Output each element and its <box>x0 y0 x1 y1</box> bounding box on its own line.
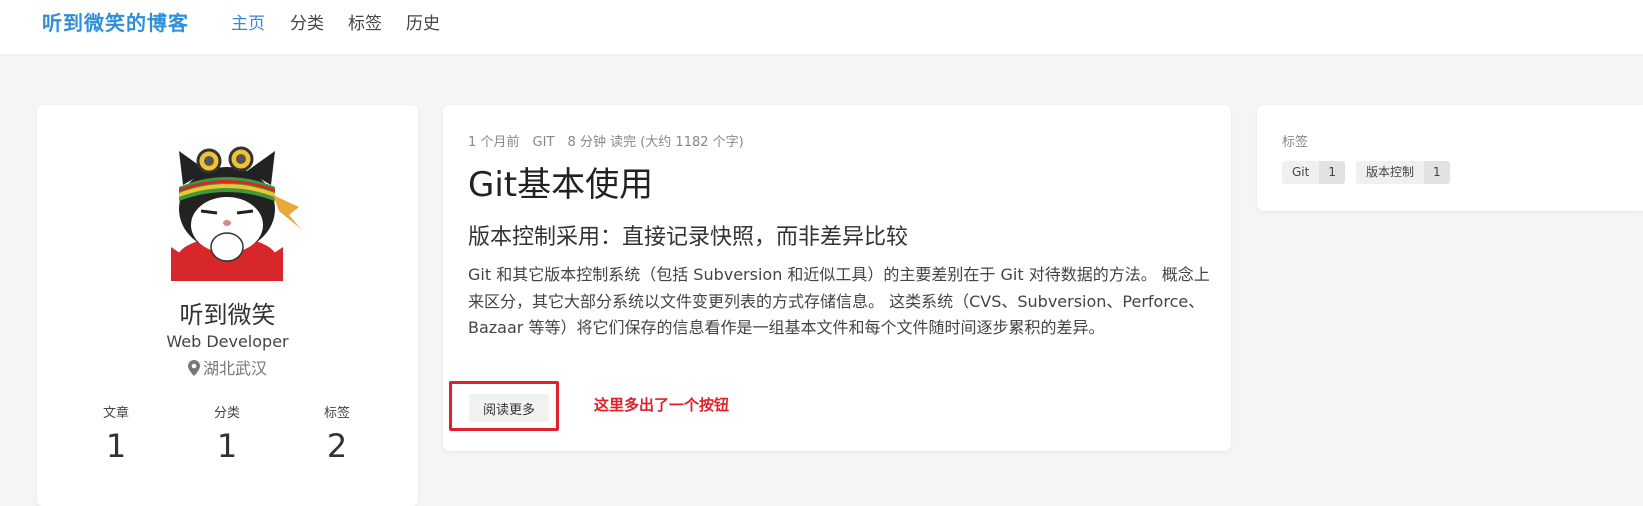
tag-name: Git <box>1282 161 1320 184</box>
tag-count: 1 <box>1319 161 1345 184</box>
tags-widget: 标签 Git 1 版本控制 1 <box>1257 105 1643 211</box>
profile-role: Web Developer <box>166 332 289 351</box>
site-brand[interactable]: 听到微笑的博客 <box>42 7 189 36</box>
nav-item-categories[interactable]: 分类 <box>290 9 324 34</box>
article-excerpt: Git 和其它版本控制系统（包括 Subversion 和近似工具）的主要差别在… <box>468 265 1210 337</box>
nav-item-history[interactable]: 历史 <box>406 9 440 34</box>
tags-widget-title: 标签 <box>1282 135 1309 150</box>
annotation-text: 这里多出了一个按钮 <box>594 396 730 414</box>
profile-card: 听到微笑 Web Developer 湖北武汉 文章 1 分类 1 标签 2 <box>37 105 418 506</box>
profile-location: 湖北武汉 <box>37 355 418 380</box>
tag-count: 1 <box>1424 161 1450 184</box>
avatar <box>161 137 305 281</box>
stat-label: 分类 <box>213 406 240 421</box>
tag-version-control[interactable]: 版本控制 1 <box>1356 161 1450 184</box>
nav-item-home[interactable]: 主页 <box>231 9 265 34</box>
cat-avatar-icon <box>163 146 301 281</box>
stat-value: 1 <box>105 427 127 465</box>
read-more-button[interactable]: 阅读更多 <box>469 394 549 422</box>
article-meta: 1 个月前 GIT 8 分钟 读完 (大约 1182 个字) <box>468 131 753 150</box>
stat-value: 1 <box>216 427 238 465</box>
stat-tags[interactable]: 标签 2 <box>282 402 392 465</box>
stat-articles[interactable]: 文章 1 <box>61 402 171 465</box>
top-navbar: 听到微笑的博客 主页 分类 标签 历史 <box>0 0 1643 54</box>
article-title[interactable]: Git基本使用 <box>468 157 653 206</box>
article-card: 1 个月前 GIT 8 分钟 读完 (大约 1182 个字) Git基本使用 版… <box>443 105 1231 451</box>
annotation-highlight-box: 阅读更多 <box>449 381 559 431</box>
nav-item-tags[interactable]: 标签 <box>348 9 382 34</box>
stat-categories[interactable]: 分类 1 <box>172 402 282 465</box>
tag-git[interactable]: Git 1 <box>1282 161 1345 184</box>
tag-name: 版本控制 <box>1356 161 1425 184</box>
article-time: 1 个月前 <box>468 135 520 150</box>
stat-label: 文章 <box>102 406 129 421</box>
location-text: 湖北武汉 <box>202 359 267 378</box>
article-category[interactable]: GIT <box>533 135 555 150</box>
stat-label: 标签 <box>323 406 350 421</box>
map-pin-icon <box>187 360 200 380</box>
stat-value: 2 <box>326 427 348 465</box>
article-subtitle: 版本控制采用：直接记录快照，而非差异比较 <box>468 225 909 250</box>
article-reading-time: 8 分钟 读完 (大约 1182 个字) <box>567 135 744 150</box>
profile-name: 听到微笑 <box>179 301 276 329</box>
